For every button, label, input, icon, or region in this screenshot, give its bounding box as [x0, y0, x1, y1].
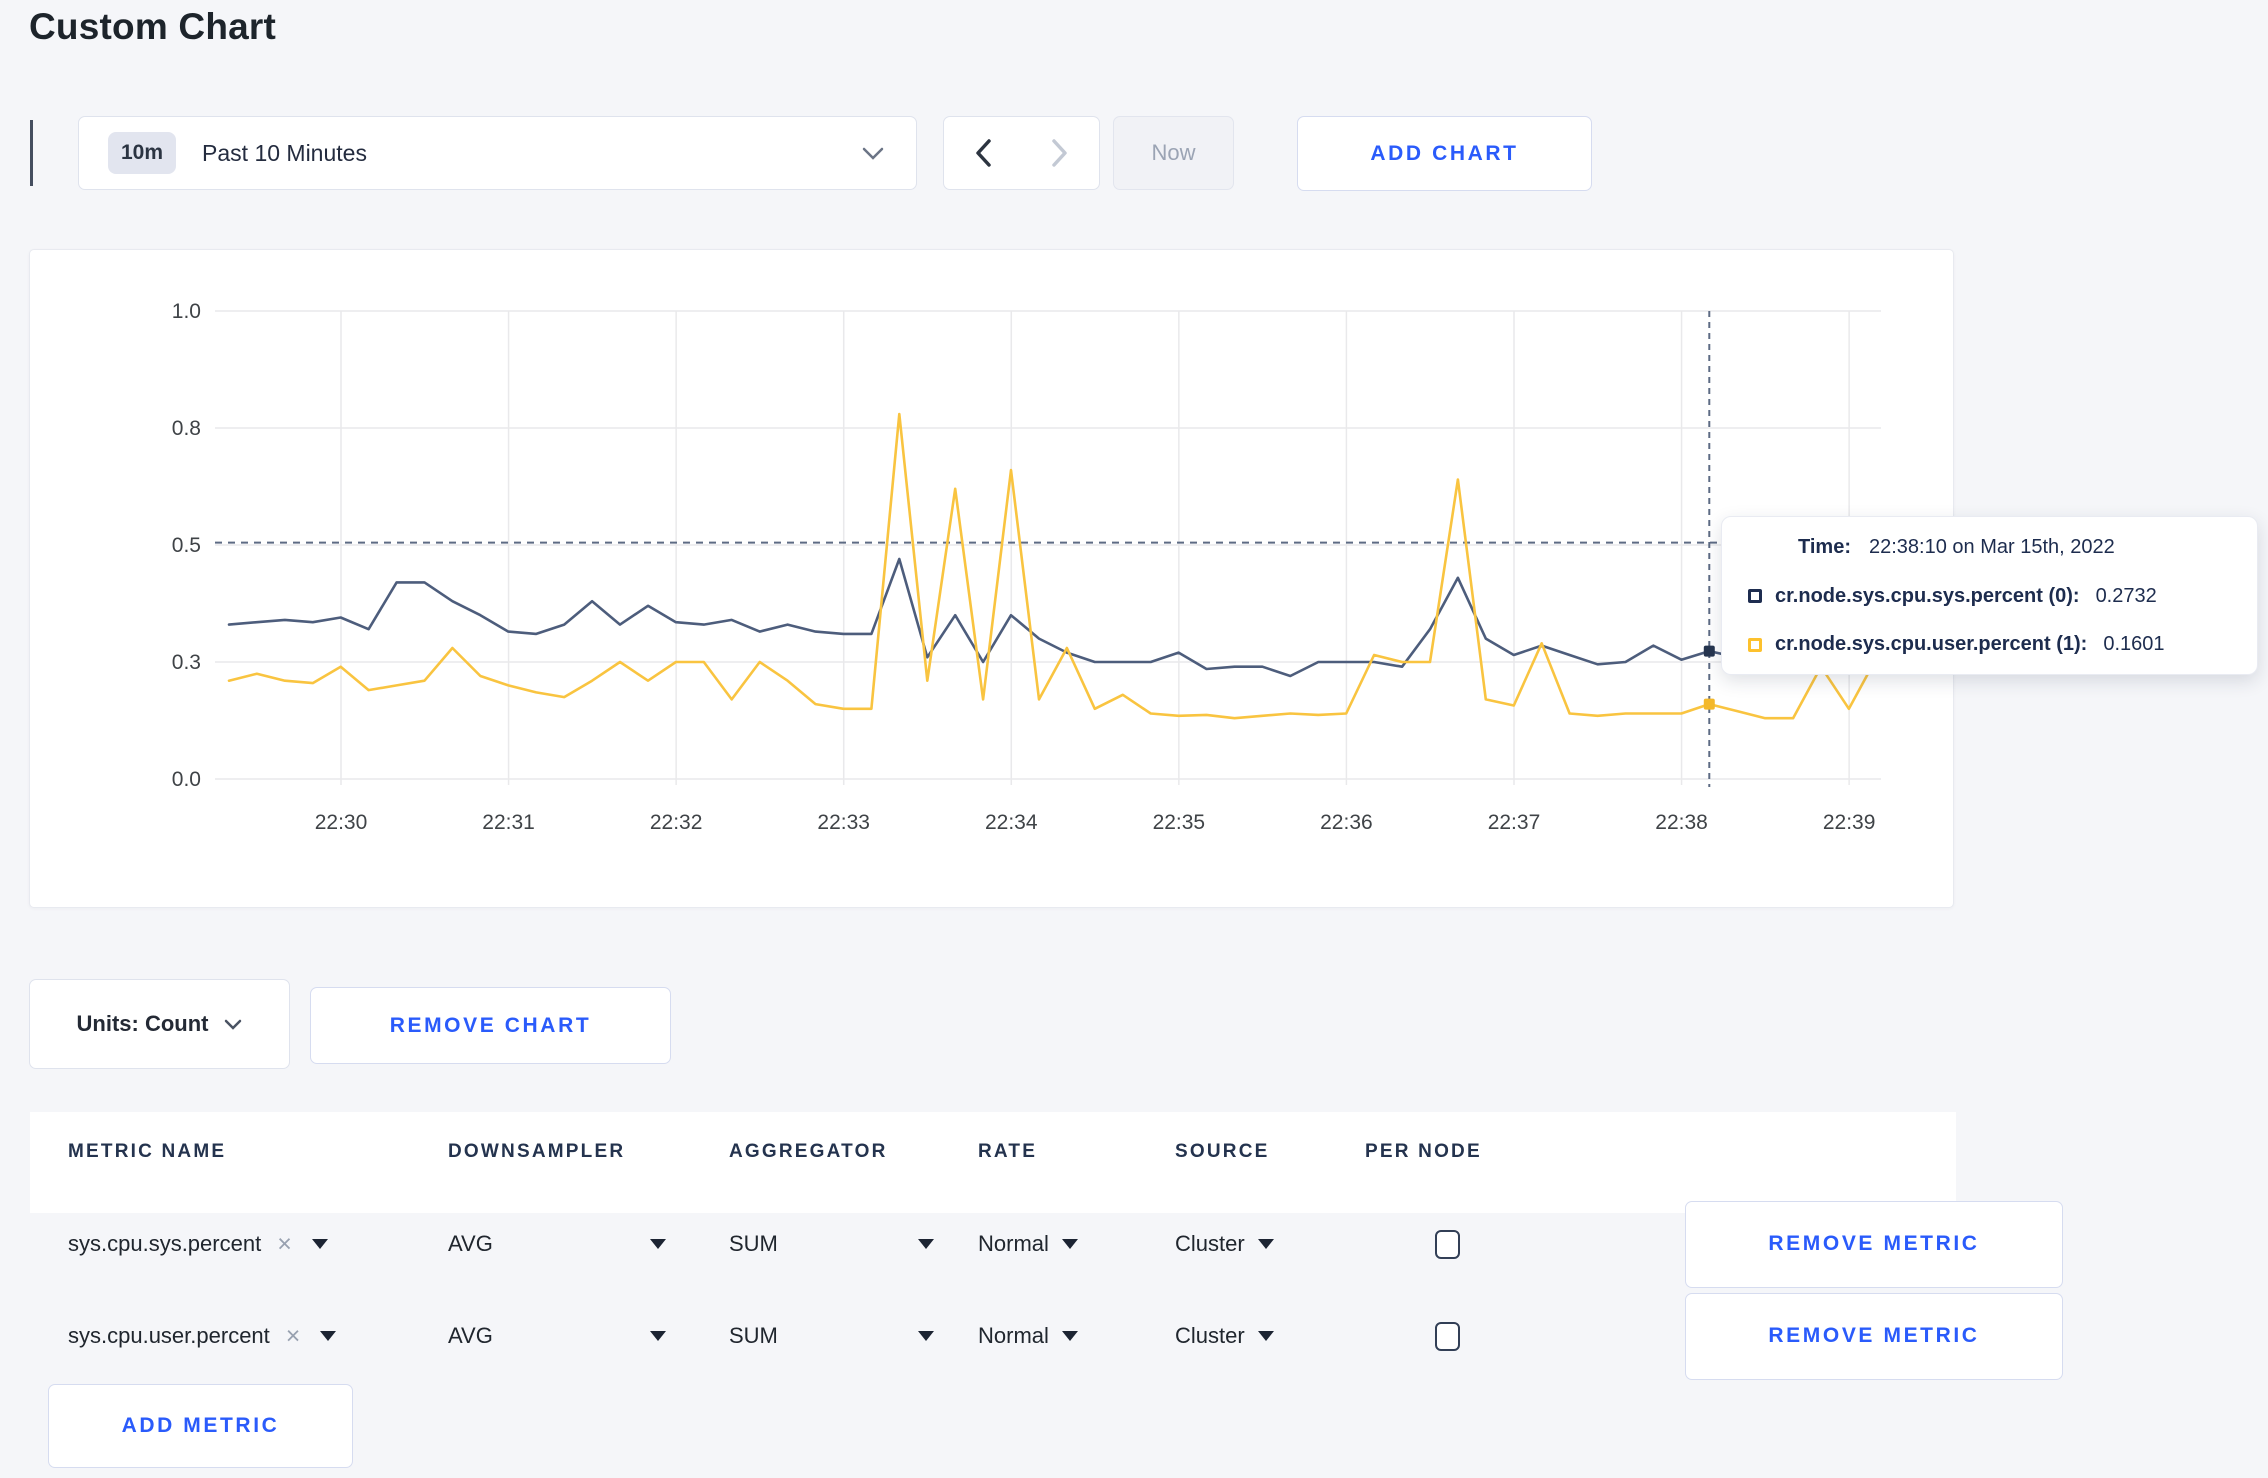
x-tick-label: 22:32 — [650, 811, 703, 834]
x-tick-label: 22:37 — [1488, 811, 1541, 834]
units-label: Units: Count — [76, 1011, 209, 1036]
prev-time-button[interactable] — [943, 116, 1022, 190]
x-tick-label: 22:34 — [985, 811, 1038, 834]
x-tick-label: 22:31 — [482, 811, 535, 834]
time-range-select[interactable]: 10m Past 10 Minutes — [78, 116, 917, 190]
column-header-rate: RATE — [978, 1141, 1038, 1162]
chevron-right-icon — [1052, 139, 1067, 167]
chevron-down-icon — [862, 147, 884, 160]
y-tick-label: 0.5 — [172, 534, 201, 557]
timeseries-chart[interactable]: 22:30 22:31 22:32 22:33 22:34 22:35 22:36 22:37… — [30, 250, 1955, 909]
source-value: Cluster — [1175, 1323, 1245, 1348]
metrics-table-rows: sys.cpu.sys.percent × AVG SUM Normal Cluster R… — [30, 1198, 2063, 1382]
metric-name-value: sys.cpu.sys.percent — [68, 1231, 262, 1256]
tooltip-series-name: cr.node.sys.cpu.user.percent (1): — [1775, 633, 2088, 655]
rate-select[interactable]: Normal — [978, 1323, 1078, 1349]
hover-dot — [1703, 698, 1715, 710]
dropdown-caret-icon — [1061, 1331, 1078, 1341]
aggregator-select[interactable]: SUM — [729, 1323, 934, 1349]
tooltip-series-row: cr.node.sys.cpu.sys.percent (0): 0.2732 — [1748, 585, 2237, 608]
source-select[interactable]: Cluster — [1175, 1231, 1274, 1257]
series-swatch-icon — [1748, 589, 1762, 603]
y-tick-label: 0.3 — [172, 651, 201, 674]
y-tick-label: 0.0 — [172, 768, 201, 791]
clear-metric-icon[interactable]: × — [277, 1231, 292, 1257]
downsampler-select[interactable]: AVG — [448, 1231, 666, 1257]
x-tick-label: 22:30 — [315, 811, 368, 834]
y-tick-label: 1.0 — [172, 300, 201, 323]
tooltip-series-name: cr.node.sys.cpu.sys.percent (0): — [1775, 584, 2080, 607]
dropdown-caret-icon — [1257, 1331, 1274, 1341]
remove-metric-button[interactable]: REMOVE METRIC — [1685, 1292, 2063, 1380]
chevron-left-icon — [975, 139, 991, 167]
downsampler-select[interactable]: AVG — [448, 1323, 666, 1349]
column-header-source: SOURCE — [1175, 1141, 1270, 1162]
dropdown-caret-icon — [650, 1239, 666, 1249]
x-tick-label: 22:38 — [1655, 811, 1708, 834]
metric-name-select[interactable]: sys.cpu.user.percent × — [68, 1323, 448, 1349]
aggregator-select[interactable]: SUM — [729, 1231, 934, 1257]
x-tick-label: 22:36 — [1320, 811, 1373, 834]
units-select[interactable]: Units: Count — [29, 979, 290, 1069]
source-select[interactable]: Cluster — [1175, 1323, 1274, 1349]
metric-name-select[interactable]: sys.cpu.sys.percent × — [68, 1231, 448, 1257]
time-range-label: Past 10 Minutes — [202, 139, 367, 166]
dropdown-caret-icon — [1257, 1239, 1274, 1249]
aggregator-value: SUM — [729, 1231, 778, 1256]
next-time-button[interactable] — [1021, 116, 1100, 190]
series-swatch-icon — [1748, 637, 1762, 652]
column-header-downsampler: DOWNSAMPLER — [448, 1141, 626, 1162]
page-title: Custom Chart — [29, 6, 277, 47]
dropdown-caret-icon — [918, 1331, 934, 1341]
add-metric-button[interactable]: ADD METRIC — [48, 1384, 353, 1468]
add-chart-button[interactable]: ADD CHART — [1297, 116, 1592, 191]
series-line — [227, 557, 1879, 678]
dropdown-caret-icon — [311, 1239, 328, 1249]
tooltip-time-row: Time: 22:38:10 on Mar 15th, 2022 — [1798, 536, 2237, 559]
metric-name-value: sys.cpu.user.percent — [68, 1323, 270, 1348]
metric-row: sys.cpu.sys.percent × AVG SUM Normal Cluster R… — [30, 1198, 2063, 1290]
column-header-per-node: PER NODE — [1365, 1141, 1482, 1162]
chart-tooltip: Time: 22:38:10 on Mar 15th, 2022 cr.node… — [1721, 516, 2258, 675]
remove-chart-button[interactable]: REMOVE CHART — [310, 987, 671, 1064]
per-node-checkbox[interactable] — [1435, 1321, 1460, 1351]
rate-select[interactable]: Normal — [978, 1231, 1078, 1257]
now-button[interactable]: Now — [1113, 116, 1234, 190]
chevron-down-icon — [225, 1019, 242, 1030]
aggregator-value: SUM — [729, 1323, 778, 1348]
tooltip-time-value: 22:38:10 on Mar 15th, 2022 — [1868, 536, 2115, 558]
per-node-checkbox[interactable] — [1435, 1229, 1460, 1259]
source-value: Cluster — [1175, 1231, 1245, 1256]
column-header-metric-name: METRIC NAME — [68, 1141, 227, 1162]
tooltip-series-value: 0.2732 — [2095, 584, 2157, 607]
x-tick-label: 22:39 — [1823, 811, 1876, 834]
x-tick-label: 22:33 — [817, 811, 870, 834]
toolbar-accent-bar — [30, 120, 33, 186]
clear-metric-icon[interactable]: × — [286, 1323, 301, 1349]
dropdown-caret-icon — [650, 1331, 666, 1341]
series-line — [227, 412, 1879, 720]
metrics-table-header: METRIC NAME DOWNSAMPLER AGGREGATOR RATE SOUR… — [30, 1112, 1956, 1192]
hover-dot — [1703, 645, 1715, 657]
dropdown-caret-icon — [918, 1239, 934, 1249]
tooltip-series-row: cr.node.sys.cpu.user.percent (1): 0.1601 — [1748, 633, 2237, 656]
remove-metric-button[interactable]: REMOVE METRIC — [1685, 1200, 2063, 1288]
chart-panel: 22:30 22:31 22:32 22:33 22:34 22:35 22:36 22:37… — [29, 249, 1954, 908]
x-tick-label: 22:35 — [1153, 811, 1206, 834]
column-header-aggregator: AGGREGATOR — [729, 1141, 888, 1162]
rate-value: Normal — [978, 1231, 1049, 1256]
downsampler-value: AVG — [448, 1323, 493, 1348]
tooltip-time-label: Time: — [1798, 536, 1851, 558]
downsampler-value: AVG — [448, 1231, 493, 1256]
tooltip-series-value: 0.1601 — [2103, 633, 2165, 655]
y-tick-label: 0.8 — [172, 417, 201, 440]
rate-value: Normal — [978, 1323, 1049, 1348]
time-range-badge: 10m — [108, 132, 177, 174]
metric-row: sys.cpu.user.percent × AVG SUM Normal Cluster… — [30, 1290, 2063, 1382]
dropdown-caret-icon — [1061, 1239, 1078, 1249]
dropdown-caret-icon — [320, 1331, 337, 1341]
